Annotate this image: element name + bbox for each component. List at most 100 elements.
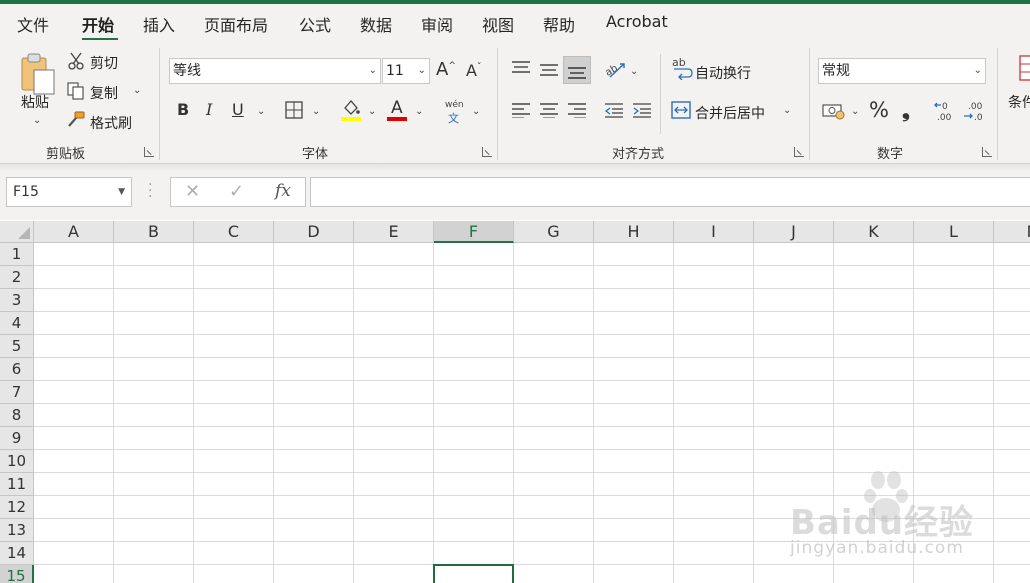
active-cell[interactable] bbox=[433, 564, 514, 583]
align-top-icon[interactable] bbox=[511, 60, 531, 76]
row-header-9[interactable]: 9 bbox=[0, 427, 34, 450]
percent-button[interactable]: % bbox=[869, 98, 889, 122]
row-header-4[interactable]: 4 bbox=[0, 312, 34, 335]
row-header-14[interactable]: 14 bbox=[0, 542, 34, 565]
column-header-c[interactable]: C bbox=[194, 221, 274, 243]
copy-dropdown-icon[interactable]: ⌄ bbox=[133, 86, 141, 96]
copy-label[interactable]: 复制 bbox=[90, 83, 118, 103]
font-name-select[interactable]: 等线 ⌄ bbox=[169, 58, 381, 84]
increase-decimal-icon[interactable]: 0.00 bbox=[933, 100, 957, 123]
tab-help[interactable]: 帮助 bbox=[543, 12, 575, 36]
row-header-11[interactable]: 11 bbox=[0, 473, 34, 496]
tab-page-layout[interactable]: 页面布局 bbox=[204, 12, 268, 36]
column-header-i[interactable]: I bbox=[674, 221, 754, 243]
font-size-select[interactable]: 11 ⌄ bbox=[382, 58, 430, 84]
tab-insert[interactable]: 插入 bbox=[143, 12, 175, 36]
tab-review[interactable]: 审阅 bbox=[421, 12, 453, 36]
merge-center-icon[interactable] bbox=[671, 100, 691, 120]
enter-icon[interactable]: ✓ bbox=[229, 181, 244, 202]
conditional-format-icon[interactable] bbox=[1018, 54, 1030, 82]
bold-button[interactable]: B bbox=[177, 100, 189, 119]
row-header-6[interactable]: 6 bbox=[0, 358, 34, 381]
align-bottom-button[interactable] bbox=[563, 56, 591, 84]
font-color-icon[interactable]: A bbox=[386, 98, 408, 122]
cut-label[interactable]: 剪切 bbox=[90, 53, 118, 73]
shrink-font-icon[interactable]: Aˇ bbox=[466, 61, 481, 80]
name-box[interactable]: F15 ▼ bbox=[6, 177, 132, 207]
number-launcher-icon[interactable] bbox=[981, 146, 993, 158]
currency-dropdown-icon[interactable]: ⌄ bbox=[851, 107, 859, 117]
paste-icon[interactable] bbox=[18, 52, 58, 96]
select-all-corner[interactable] bbox=[0, 221, 34, 243]
paste-label[interactable]: 粘贴 bbox=[21, 92, 49, 112]
copy-icon[interactable] bbox=[67, 82, 85, 100]
align-middle-icon[interactable] bbox=[539, 62, 559, 78]
increase-indent-icon[interactable] bbox=[632, 102, 652, 118]
conditional-format-label[interactable]: 条件 bbox=[1008, 92, 1030, 112]
orientation-dropdown-icon[interactable]: ⌄ bbox=[630, 67, 638, 77]
wrap-text-label[interactable]: 自动换行 bbox=[695, 63, 751, 83]
alignment-launcher-icon[interactable] bbox=[793, 146, 805, 158]
cancel-icon[interactable]: ✕ bbox=[185, 181, 200, 202]
clipboard-launcher-icon[interactable] bbox=[143, 146, 155, 158]
align-center-icon[interactable] bbox=[539, 102, 559, 119]
tab-acrobat[interactable]: Acrobat bbox=[606, 12, 668, 31]
font-color-dropdown-icon[interactable]: ⌄ bbox=[415, 107, 423, 117]
row-header-3[interactable]: 3 bbox=[0, 289, 34, 312]
merge-dropdown-icon[interactable]: ⌄ bbox=[783, 106, 791, 116]
decrease-indent-icon[interactable] bbox=[604, 102, 624, 118]
tab-data[interactable]: 数据 bbox=[360, 12, 392, 36]
formula-input[interactable] bbox=[310, 177, 1030, 207]
align-left-icon[interactable] bbox=[511, 102, 531, 119]
font-launcher-icon[interactable] bbox=[481, 146, 493, 158]
column-header-f[interactable]: F bbox=[434, 221, 514, 243]
row-header-5[interactable]: 5 bbox=[0, 335, 34, 358]
wrap-text-icon[interactable]: ab bbox=[672, 56, 694, 80]
merge-center-label[interactable]: 合并后居中 bbox=[695, 103, 765, 123]
format-painter-label[interactable]: 格式刷 bbox=[90, 113, 132, 133]
row-header-12[interactable]: 12 bbox=[0, 496, 34, 519]
row-header-15[interactable]: 15 bbox=[0, 565, 34, 583]
column-header-b[interactable]: B bbox=[114, 221, 194, 243]
underline-dropdown-icon[interactable]: ⌄ bbox=[257, 107, 265, 117]
underline-button[interactable]: U bbox=[232, 100, 244, 119]
borders-dropdown-icon[interactable]: ⌄ bbox=[312, 107, 320, 117]
grow-font-icon[interactable]: A^ bbox=[436, 59, 456, 80]
borders-icon[interactable] bbox=[285, 101, 303, 119]
row-header-1[interactable]: 1 bbox=[0, 243, 34, 266]
row-header-8[interactable]: 8 bbox=[0, 404, 34, 427]
column-header-m[interactable]: M bbox=[994, 221, 1030, 243]
currency-format-icon[interactable] bbox=[822, 102, 846, 120]
fill-color-dropdown-icon[interactable]: ⌄ bbox=[368, 107, 376, 117]
number-format-select[interactable]: 常规 ⌄ bbox=[818, 58, 986, 84]
decrease-decimal-icon[interactable]: .00.0 bbox=[962, 100, 986, 123]
column-header-h[interactable]: H bbox=[594, 221, 674, 243]
column-header-k[interactable]: K bbox=[834, 221, 914, 243]
phonetic-dropdown-icon[interactable]: ⌄ bbox=[472, 107, 480, 117]
paste-dropdown-icon[interactable]: ⌄ bbox=[33, 116, 41, 126]
column-header-e[interactable]: E bbox=[354, 221, 434, 243]
scissors-icon[interactable] bbox=[67, 52, 85, 70]
italic-button[interactable]: I bbox=[206, 100, 212, 119]
column-header-j[interactable]: J bbox=[754, 221, 834, 243]
insert-function-icon[interactable]: fx bbox=[275, 181, 291, 201]
orientation-icon[interactable]: ab bbox=[603, 60, 626, 80]
column-header-a[interactable]: A bbox=[34, 221, 114, 243]
tab-view[interactable]: 视图 bbox=[482, 12, 514, 36]
row-header-7[interactable]: 7 bbox=[0, 381, 34, 404]
column-header-g[interactable]: G bbox=[514, 221, 594, 243]
row-header-2[interactable]: 2 bbox=[0, 266, 34, 289]
align-right-icon[interactable] bbox=[567, 102, 587, 119]
fill-color-icon[interactable] bbox=[340, 98, 362, 122]
tab-home[interactable]: 开始 bbox=[82, 12, 114, 36]
row-header-10[interactable]: 10 bbox=[0, 450, 34, 473]
column-header-d[interactable]: D bbox=[274, 221, 354, 243]
row-header-13[interactable]: 13 bbox=[0, 519, 34, 542]
format-painter-icon[interactable] bbox=[66, 111, 86, 129]
comma-style-button[interactable]: ❟ bbox=[902, 98, 910, 122]
column-header-l[interactable]: L bbox=[914, 221, 994, 243]
phonetic-icon[interactable]: wén 文 bbox=[444, 98, 466, 125]
tab-formulas[interactable]: 公式 bbox=[299, 12, 331, 36]
tab-file[interactable]: 文件 bbox=[17, 12, 49, 36]
splitter-handle-icon[interactable]: · · · bbox=[148, 178, 152, 204]
